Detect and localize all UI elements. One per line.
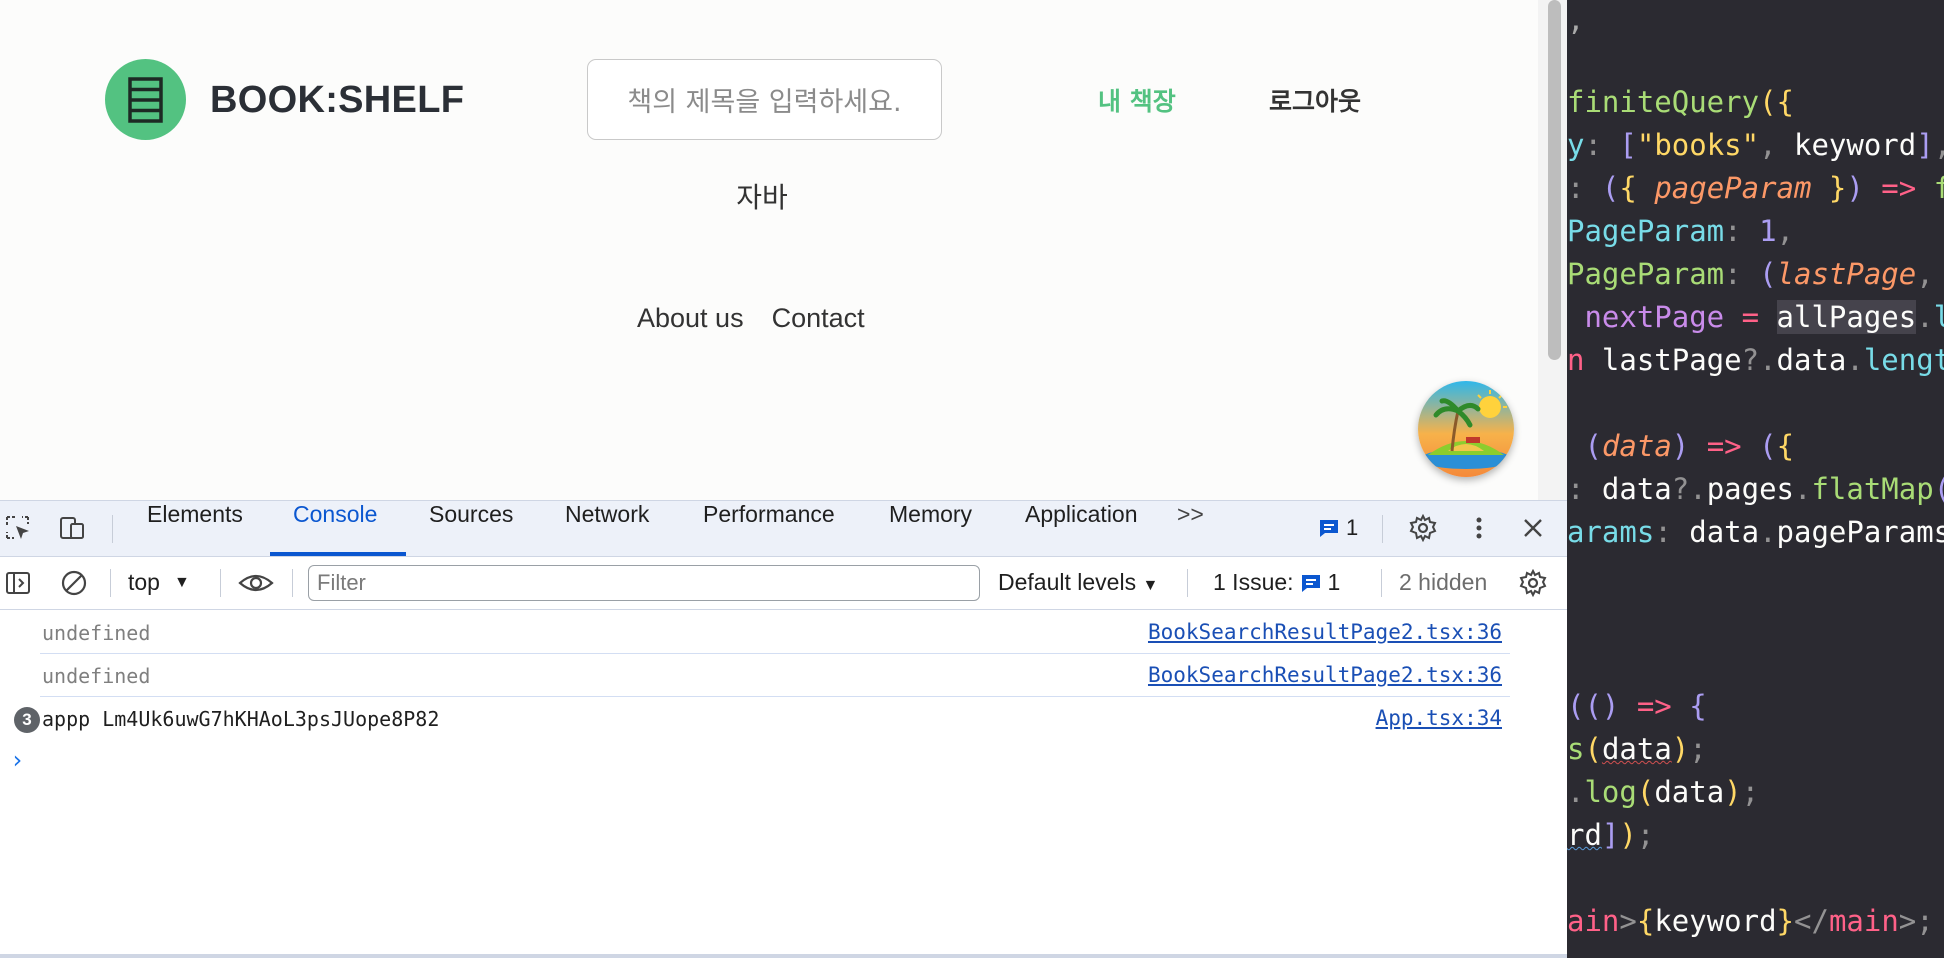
console-message-text: undefined — [42, 621, 151, 645]
log-levels-dropdown[interactable]: Default levels ▼ — [998, 569, 1158, 596]
divider — [1381, 569, 1382, 597]
devtools-panel: Elements Console Sources Network Perform… — [0, 500, 1567, 958]
settings-gear-icon[interactable] — [1409, 514, 1437, 542]
issues-count: 1 — [1327, 569, 1341, 595]
nav-logout-link[interactable]: 로그아웃 — [1269, 82, 1361, 118]
console-output: undefined BookSearchResultPage2.tsx:36 u… — [0, 611, 1510, 739]
code-line: .log(data); — [1567, 775, 1760, 809]
tab-elements[interactable]: Elements — [147, 501, 243, 556]
code-line: y: ["books", keyword], — [1567, 128, 1944, 162]
issues-label: 1 Issue: — [1213, 569, 1294, 595]
search-input[interactable]: 책의 제목을 입력하세요. — [587, 59, 942, 140]
divider — [110, 569, 111, 597]
message-icon — [1301, 574, 1320, 592]
about-us-link[interactable]: About us — [637, 303, 744, 333]
device-toolbar-icon[interactable] — [58, 514, 86, 542]
more-options-icon[interactable] — [1465, 514, 1493, 542]
console-message-text: appp Lm4Uk6uwG7hKHAoL3psJUope8P82 — [42, 707, 440, 731]
console-messages-badge[interactable]: 1 — [1318, 514, 1358, 542]
code-line: n lastPage?.data.lengt — [1567, 343, 1944, 377]
code-line: finiteQuery({ — [1567, 85, 1794, 119]
chevron-down-icon: ▼ — [1142, 577, 1159, 594]
divider — [1187, 569, 1188, 597]
logo-icon[interactable] — [105, 59, 186, 140]
console-source-link[interactable]: BookSearchResultPage2.tsx:36 — [1148, 620, 1502, 644]
footer-links: About us Contact — [637, 303, 893, 334]
active-tab-indicator — [270, 552, 406, 556]
sidebar-toggle-icon[interactable] — [4, 569, 32, 597]
context-label: top — [128, 569, 160, 595]
code-editor: , finiteQuery({ y: ["books", keyword], :… — [1567, 0, 1944, 958]
repeat-count-badge: 3 — [14, 707, 40, 733]
close-icon[interactable] — [1519, 514, 1547, 542]
console-message: undefined BookSearchResultPage2.tsx:36 — [40, 611, 1510, 654]
filter-input[interactable]: Filter — [308, 565, 980, 601]
code-line: PageParam: (lastPage, — [1567, 257, 1934, 291]
logo-text[interactable]: BOOK:SHELF — [210, 76, 464, 124]
tab-console[interactable]: Console — [293, 501, 377, 556]
console-message: undefined BookSearchResultPage2.tsx:36 — [40, 654, 1510, 697]
page-scrollbar[interactable] — [1538, 0, 1567, 500]
console-prompt[interactable]: › — [10, 746, 24, 774]
tab-network[interactable]: Network — [565, 501, 649, 556]
tab-memory[interactable]: Memory — [889, 501, 972, 556]
console-message: 3 appp Lm4Uk6uwG7hKHAoL3psJUope8P82 App.… — [14, 697, 1510, 739]
message-icon — [1320, 520, 1338, 537]
code-line: : ({ pageParam }) => f — [1567, 171, 1944, 205]
console-settings-gear-icon[interactable] — [1519, 569, 1547, 597]
code-line: (() => { — [1567, 689, 1707, 723]
tab-performance[interactable]: Performance — [703, 501, 835, 556]
code-line: (data) => ({ — [1584, 429, 1795, 463]
log-levels-label: Default levels — [998, 569, 1137, 595]
divider — [112, 515, 113, 543]
page-scrollbar-thumb[interactable] — [1548, 0, 1561, 360]
divider — [292, 569, 293, 597]
code-line: rd]); — [1567, 818, 1655, 852]
chevron-down-icon: ▼ — [173, 573, 190, 591]
floating-island-button[interactable] — [1418, 381, 1514, 477]
browser-window: BOOK:SHELF 책의 제목을 입력하세요. 내 책장 로그아웃 자바 Ab… — [0, 0, 1567, 958]
tab-application[interactable]: Application — [1025, 501, 1138, 556]
clear-console-icon[interactable] — [60, 569, 88, 597]
contact-link[interactable]: Contact — [772, 303, 865, 333]
code-line: ain>{keyword}</main>; — [1567, 904, 1934, 938]
context-selector[interactable]: top ▼ — [128, 569, 190, 596]
live-expression-eye-icon[interactable] — [238, 569, 274, 597]
divider — [220, 569, 221, 597]
web-page: BOOK:SHELF 책의 제목을 입력하세요. 내 책장 로그아웃 자바 Ab… — [0, 0, 1538, 500]
issues-counter[interactable]: 1 Issue: 1 — [1213, 569, 1340, 596]
tab-sources[interactable]: Sources — [429, 501, 513, 556]
code-line: arams: data.pageParams — [1567, 515, 1944, 549]
devtools-tab-bar: Elements Console Sources Network Perform… — [0, 501, 1567, 557]
message-count: 1 — [1346, 515, 1359, 540]
console-source-link[interactable]: BookSearchResultPage2.tsx:36 — [1148, 663, 1502, 687]
code-line: , — [1567, 3, 1585, 37]
code-line: PageParam: 1, — [1567, 214, 1794, 248]
nav-my-bookshelf-link[interactable]: 내 책장 — [1098, 82, 1176, 118]
hidden-messages-count: 2 hidden — [1399, 569, 1488, 595]
code-line: s(data); — [1567, 732, 1707, 766]
console-source-link[interactable]: App.tsx:34 — [1376, 706, 1502, 730]
more-tabs-icon[interactable]: >> — [1177, 501, 1204, 556]
console-message-text: undefined — [42, 664, 151, 688]
code-line: : data?.pages.flatMap( — [1567, 472, 1944, 506]
search-keyword: 자바 — [736, 181, 788, 214]
console-toolbar: top ▼ Filter Default levels ▼ 1 Issue: 1… — [0, 557, 1567, 610]
inspect-element-icon[interactable] — [4, 514, 32, 542]
window-bottom-edge — [0, 954, 1567, 958]
divider — [1382, 515, 1383, 543]
code-line: nextPage = allPages.l — [1584, 300, 1944, 334]
